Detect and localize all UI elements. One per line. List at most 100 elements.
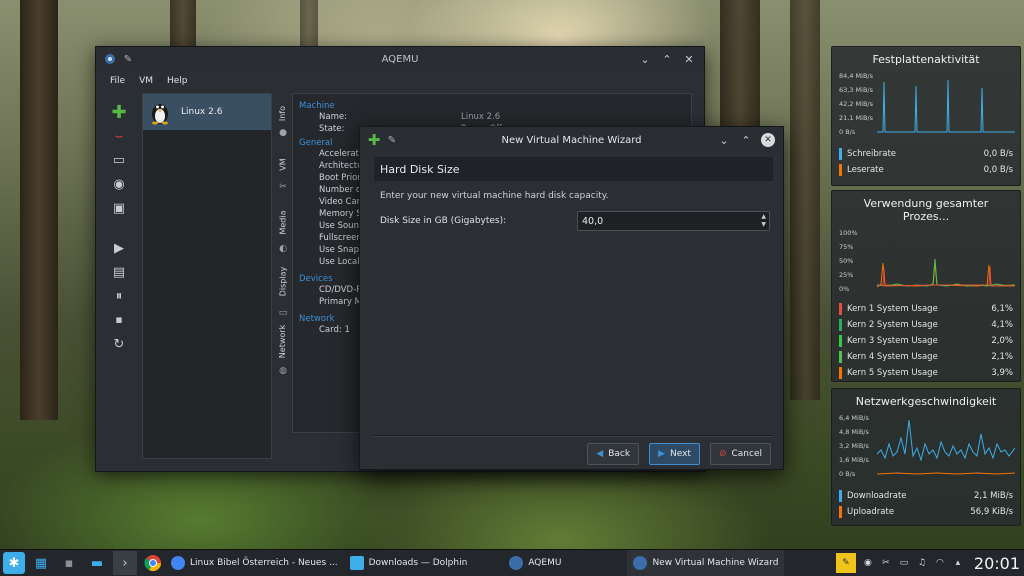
legend-swatch <box>839 506 842 518</box>
menu-help[interactable]: Help <box>167 76 188 86</box>
new-vm-wizard-dialog[interactable]: ✚ ✎ New Virtual Machine Wizard ⌄ ⌃ ✕ Har… <box>359 126 784 470</box>
terminal-icon[interactable]: ▣ <box>110 199 128 217</box>
vm-name: Linux 2.6 <box>181 107 223 117</box>
aqemu-app-icon <box>633 556 648 570</box>
maximize-button[interactable]: ⌃ <box>660 52 674 66</box>
folder-icon <box>349 556 364 570</box>
legend-row: Kern 3 System Usage 2,0% <box>839 333 1013 349</box>
chevron-down-icon[interactable]: ▼ <box>761 221 766 229</box>
delete-vm-icon[interactable]: ⌣ <box>110 127 128 145</box>
minimize-button[interactable]: ⌄ <box>638 52 652 66</box>
legend-swatch <box>839 351 842 363</box>
back-button[interactable]: ◀ Back <box>587 443 640 465</box>
reset-icon[interactable]: ↻ <box>110 335 128 353</box>
chrome-icon <box>171 556 185 570</box>
settings-icon[interactable]: ◉ <box>110 175 128 193</box>
tab-display[interactable]: Display <box>276 263 290 299</box>
task-dolphin[interactable]: Downloads — Dolphin <box>344 550 474 576</box>
tab-vm[interactable]: VM <box>276 153 290 175</box>
close-button[interactable]: ✕ <box>682 52 696 66</box>
task-browser[interactable]: Linux Bibel Österreich - Neues ... <box>165 550 344 576</box>
legend-row: Downloadrate 2,1 MiB/s <box>839 488 1013 504</box>
section-machine-title: Machine <box>299 101 335 111</box>
steam-icon[interactable]: ◉ <box>862 557 874 569</box>
kde-menu-icon[interactable]: ✱ <box>3 552 25 574</box>
pin-icon[interactable]: ✎ <box>386 134 398 146</box>
folder-icon[interactable]: ▬ <box>85 551 109 575</box>
pause-icon[interactable]: ⏸ <box>110 287 128 305</box>
save-icon[interactable]: ▤ <box>110 263 128 281</box>
notes-icon[interactable]: ✎ <box>835 553 856 573</box>
aqemu-window-title: AQEMU <box>381 53 419 65</box>
next-button[interactable]: ▶ Next <box>649 443 700 465</box>
aqemu-titlebar[interactable]: ✎ AQEMU ⌄ ⌃ ✕ <box>96 47 704 71</box>
stop-icon[interactable]: ⏹ <box>110 311 128 329</box>
minimize-button[interactable]: ⌄ <box>717 133 731 147</box>
pager-icon[interactable]: ▦ <box>29 551 53 575</box>
menu-file[interactable]: File <box>110 76 125 86</box>
legend-row: Kern 1 System Usage 6,1% <box>839 301 1013 317</box>
play-icon[interactable]: ▶ <box>110 239 128 257</box>
cancel-icon: ⊘ <box>718 449 727 459</box>
system-tray: ✎ ◉ ✂ ▭ ♫ ◠ ▴ 20:01 <box>835 553 1024 573</box>
add-vm-icon: ✚ <box>367 131 381 149</box>
aqemu-toolbar: ✚ ⌣ ▭ ◉ ▣ ▶ ▤ ⏸ ⏹ ↻ <box>108 102 130 353</box>
legend-swatch <box>839 164 842 176</box>
y-tick: 3,2 MiB/s <box>839 442 869 450</box>
arrow-right-icon: ▶ <box>658 449 665 459</box>
cancel-button[interactable]: ⊘ Cancel <box>709 443 771 465</box>
taskbar: ✱ ▦ ▪ ▬ › Linux Bibel Österreich - Neues… <box>0 549 1024 576</box>
network-speed-widget[interactable]: Netzwerkgeschwindigkeit 6,4 MiB/s 4,8 Mi… <box>831 388 1021 526</box>
clock[interactable]: 20:01 <box>974 554 1020 573</box>
vm-list-item[interactable]: Linux 2.6 <box>143 94 271 130</box>
cpu-usage-widget[interactable]: Verwendung gesamter Prozes... 100% 75% 5… <box>831 190 1021 382</box>
network-tab-icon: ◍ <box>279 366 287 376</box>
disk-graph-svg <box>877 79 1015 133</box>
wizard-description: Enter your new virtual machine hard disk… <box>380 191 609 201</box>
terminal-icon[interactable]: › <box>113 551 137 575</box>
y-tick: 6,4 MiB/s <box>839 414 869 422</box>
menu-vm[interactable]: VM <box>139 76 153 86</box>
notifications-icon[interactable]: ♫ <box>916 557 928 569</box>
wizard-titlebar[interactable]: ✚ ✎ New Virtual Machine Wizard ⌄ ⌃ ✕ <box>360 127 783 153</box>
disk-size-spinbox[interactable]: 40,0 ▲ ▼ <box>577 211 770 231</box>
legend-row: Schreibrate 0,0 B/s <box>839 146 1013 162</box>
task-wizard[interactable]: New Virtual Machine Wizard <box>627 549 785 576</box>
disk-activity-widget[interactable]: Festplattenaktivität 84,4 MiB/s 63,3 MiB… <box>831 46 1021 186</box>
tab-network[interactable]: Network <box>276 321 290 361</box>
legend-swatch <box>839 148 842 160</box>
display-tab-icon: ▭ <box>278 308 288 318</box>
pin-icon[interactable]: ✎ <box>122 53 134 65</box>
task-aqemu[interactable]: AQEMU <box>503 550 567 576</box>
y-tick: 4,8 MiB/s <box>839 428 869 436</box>
display-icon[interactable]: ▭ <box>898 557 910 569</box>
legend-swatch <box>839 303 842 315</box>
chevron-up-icon[interactable]: ▲ <box>761 213 766 221</box>
hdd-icon[interactable]: ▭ <box>110 151 128 169</box>
y-tick: 25% <box>839 271 854 279</box>
widget-title: Festplattenaktivität <box>872 53 980 66</box>
desktop-icon[interactable]: ▪ <box>57 551 81 575</box>
network-icon[interactable]: ◠ <box>934 557 946 569</box>
clipboard-icon[interactable]: ✂ <box>880 557 892 569</box>
tree-trunk <box>790 0 820 400</box>
add-vm-icon[interactable]: ✚ <box>110 102 128 123</box>
widget-title: Verwendung gesamter Prozes... <box>863 197 989 223</box>
info-tab-icon: ● <box>279 128 287 138</box>
chrome-icon[interactable] <box>141 551 165 575</box>
vm-tabs: Info ● VM ✂ Media ◐ Display ▭ Network ◍ <box>276 97 290 417</box>
arrow-left-icon: ◀ <box>596 449 604 459</box>
tab-info[interactable]: Info <box>276 101 290 125</box>
y-tick: 42,2 MiB/s <box>839 100 873 108</box>
y-tick: 1,6 MiB/s <box>839 456 869 464</box>
spin-arrows[interactable]: ▲ ▼ <box>761 213 766 229</box>
maximize-button[interactable]: ⌃ <box>739 133 753 147</box>
network-graph-svg <box>877 419 1015 475</box>
vm-list[interactable]: Linux 2.6 <box>142 93 272 459</box>
tab-media[interactable]: Media <box>276 207 290 237</box>
disk-activity-graph: 84,4 MiB/s 63,3 MiB/s 42,2 MiB/s 21,1 Mi… <box>839 72 1015 140</box>
close-button[interactable]: ✕ <box>761 133 775 147</box>
chevron-up-icon[interactable]: ▴ <box>952 557 964 569</box>
legend-swatch <box>839 335 842 347</box>
legend-row: Leserate 0,0 B/s <box>839 162 1013 178</box>
